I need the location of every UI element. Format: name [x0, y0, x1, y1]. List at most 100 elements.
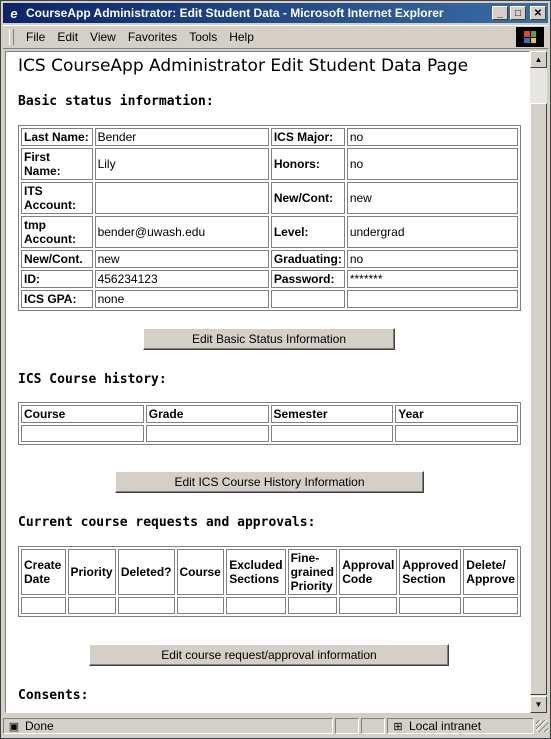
requests-empty-row [21, 597, 518, 614]
field-label: ICS Major: [270, 128, 345, 146]
vertical-scrollbar[interactable]: ▲ ▼ [530, 51, 547, 713]
requests-column-header: Approved Section [399, 549, 462, 595]
field-value: Bender [94, 128, 269, 146]
requests-column-header: Fine-grained Priority [287, 549, 338, 595]
basic-status-row: ID: 456234123 Password: ******* [21, 270, 518, 288]
field-label: ICS GPA: [21, 290, 93, 308]
edit-course-history-button[interactable]: Edit ICS Course History Information [115, 471, 424, 493]
history-cell [21, 425, 144, 442]
page-title: ICS CourseApp Administrator Edit Student… [18, 56, 469, 76]
course-history-heading: ICS Course history: [18, 372, 167, 387]
menu-tools[interactable]: Tools [183, 30, 223, 44]
history-header-row: Course Grade Semester Year [21, 405, 518, 423]
menu-view[interactable]: View [84, 30, 122, 44]
course-requests-heading: Current course requests and approvals: [18, 515, 316, 530]
status-zone: Local intranet [409, 719, 482, 733]
requests-cell [339, 597, 398, 614]
field-value: undergrad [346, 216, 518, 248]
title-bar[interactable]: e CourseApp Administrator: Edit Student … [3, 3, 548, 23]
field-label [270, 290, 345, 308]
field-value: ******* [346, 270, 518, 288]
scroll-thumb[interactable] [530, 103, 547, 695]
page-viewport[interactable]: ICS CourseApp Administrator Edit Student… [5, 51, 530, 713]
requests-cell [176, 597, 225, 614]
browser-window: e CourseApp Administrator: Edit Student … [0, 0, 551, 739]
status-bar: ▣ Done ⊞ Local intranet [3, 716, 548, 736]
history-col-semester: Semester [270, 405, 394, 423]
requests-column-header: Course [176, 549, 225, 595]
basic-status-heading: Basic status information: [18, 94, 214, 109]
maximize-button[interactable]: □ [510, 6, 526, 20]
basic-status-row: tmp Account: bender@uwash.edu Level: underg… [21, 216, 518, 248]
basic-status-row: ITS Account: New/Cont: new [21, 182, 518, 214]
field-value [94, 182, 269, 214]
field-label: Password: [270, 270, 345, 288]
basic-status-row: ICS GPA: none [21, 290, 518, 308]
resize-grip[interactable] [536, 720, 548, 732]
history-col-year: Year [395, 405, 518, 423]
requests-cell [21, 597, 66, 614]
field-value: 456234123 [94, 270, 269, 288]
field-label: ID: [21, 270, 93, 288]
requests-column-header: Priority [67, 549, 116, 595]
edit-basic-status-button[interactable]: Edit Basic Status Information [143, 328, 395, 350]
requests-cell [67, 597, 116, 614]
history-col-grade: Grade [145, 405, 269, 423]
requests-cell [463, 597, 518, 614]
requests-column-header: Excluded Sections [226, 549, 286, 595]
basic-status-table: Last Name: Bender ICS Major: no First Name: L… [18, 125, 521, 311]
requests-column-header: Delete/ Approve [463, 549, 518, 595]
close-button[interactable]: ✕ [530, 6, 546, 20]
menu-grip [9, 29, 14, 45]
requests-cell [287, 597, 338, 614]
scroll-up-button[interactable]: ▲ [530, 51, 547, 68]
field-label: New/Cont: [270, 182, 345, 214]
field-label: tmp Account: [21, 216, 93, 248]
field-label: New/Cont. [21, 250, 93, 268]
requests-header-row: Create Date Priority Deleted? Course Exclude… [21, 549, 518, 595]
minimize-button[interactable]: _ [492, 6, 508, 20]
field-label: Honors: [270, 148, 345, 180]
field-value: no [346, 250, 518, 268]
field-value: no [346, 128, 518, 146]
history-empty-row [21, 425, 518, 442]
history-col-course: Course [21, 405, 144, 423]
page-done-icon: ▣ [8, 720, 20, 733]
requests-cell [226, 597, 286, 614]
field-label: First Name: [21, 148, 93, 180]
history-cell [270, 425, 394, 442]
field-value: none [94, 290, 269, 308]
menu-help[interactable]: Help [223, 30, 260, 44]
field-value [346, 290, 518, 308]
basic-status-row: New/Cont. new Graduating: no [21, 250, 518, 268]
field-value: new [346, 182, 518, 214]
course-history-table: Course Grade Semester Year [18, 402, 521, 445]
history-cell [145, 425, 269, 442]
status-pane-empty [335, 718, 359, 734]
requests-cell [117, 597, 175, 614]
course-requests-table: Create Date Priority Deleted? Course Exclude… [18, 546, 521, 617]
requests-column-header: Approval Code [339, 549, 398, 595]
ie-logo-icon: e [10, 5, 18, 21]
basic-status-row: Last Name: Bender ICS Major: no [21, 128, 518, 146]
menu-bar: File Edit View Favorites Tools Help [3, 25, 548, 49]
field-value: bender@uwash.edu [94, 216, 269, 248]
field-label: Level: [270, 216, 345, 248]
basic-status-row: First Name: Lily Honors: no [21, 148, 518, 180]
requests-column-header: Deleted? [117, 549, 175, 595]
menu-edit[interactable]: Edit [51, 30, 84, 44]
requests-column-header: Create Date [21, 549, 66, 595]
consents-heading: Consents: [18, 688, 89, 703]
status-pane-empty [361, 718, 385, 734]
field-label: Last Name: [21, 128, 93, 146]
menu-favorites[interactable]: Favorites [122, 30, 183, 44]
scroll-down-button[interactable]: ▼ [530, 696, 547, 713]
field-value: new [94, 250, 269, 268]
edit-course-requests-button[interactable]: Edit course request/approval information [89, 644, 449, 666]
status-text-pane: ▣ Done [3, 718, 333, 734]
windows-logo-icon [516, 27, 544, 47]
field-label: Graduating: [270, 250, 345, 268]
menu-file[interactable]: File [20, 30, 51, 44]
intranet-icon: ⊞ [393, 720, 403, 733]
history-cell [395, 425, 518, 442]
